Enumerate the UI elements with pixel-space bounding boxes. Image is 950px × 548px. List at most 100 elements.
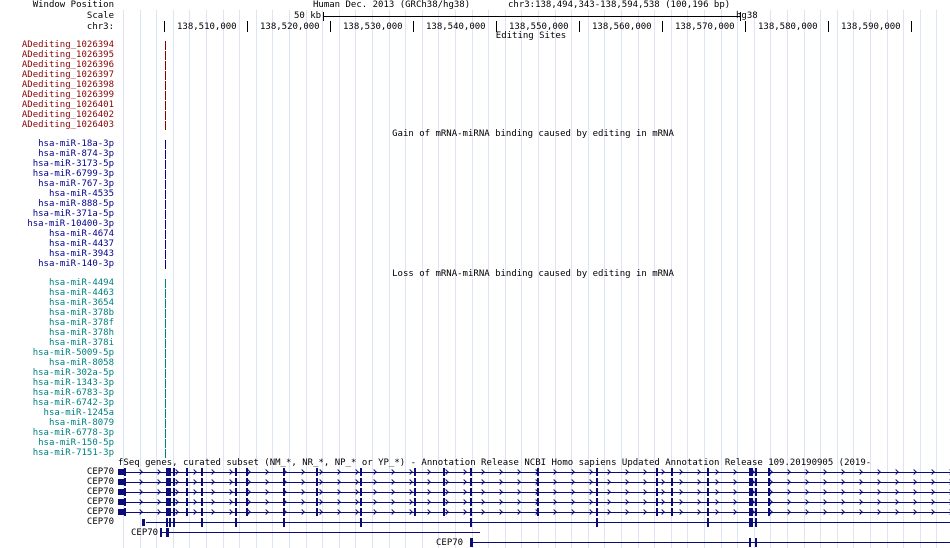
gain-mirna-mark[interactable] (165, 180, 166, 189)
gene-exon[interactable] (470, 498, 472, 506)
gene-exon[interactable] (201, 468, 203, 476)
loss-mirna-mark[interactable] (165, 419, 166, 428)
gene-exon[interactable] (166, 518, 168, 527)
gain-mirna-mark[interactable] (165, 170, 166, 179)
gain-mirna-mark[interactable] (165, 210, 166, 219)
gene-exon[interactable] (166, 528, 169, 537)
position-readout[interactable]: chr3:138,494,343-138,594,538 (100,196 bp… (508, 0, 730, 10)
gene-exon[interactable] (142, 519, 145, 526)
gene-exon[interactable] (201, 488, 203, 496)
gene-exon[interactable] (470, 468, 472, 476)
gene-exon[interactable] (755, 518, 757, 527)
gene-exon[interactable] (360, 508, 362, 516)
gene-exon[interactable] (470, 518, 472, 527)
gain-mirna-mark[interactable] (165, 200, 166, 209)
loss-mirna-label[interactable]: hsa-miR-8058 (49, 358, 114, 368)
gene-exon[interactable] (360, 518, 362, 527)
loss-mirna-mark[interactable] (165, 289, 166, 298)
gene-intron-line[interactable] (146, 522, 950, 523)
gain-mirna-label[interactable]: hsa-miR-18a-3p (38, 139, 114, 149)
browser-track-area[interactable]: Human Dec. 2013 (GRCh38/hg38) chr3:138,4… (118, 0, 950, 548)
gene-exon[interactable] (656, 488, 658, 496)
loss-mirna-label[interactable]: hsa-miR-378b (49, 308, 114, 318)
gene-label[interactable]: CEP70 (87, 477, 114, 487)
loss-mirna-mark[interactable] (165, 349, 166, 358)
gene-exon[interactable] (671, 478, 673, 486)
gene-label[interactable]: CEP70 (87, 467, 114, 477)
editing-site-label[interactable]: ADediting_1026398 (22, 80, 114, 90)
gene-exon[interactable] (414, 488, 416, 496)
gene-label[interactable]: CEP70 (87, 517, 114, 527)
loss-mirna-label[interactable]: hsa-miR-378f (49, 318, 114, 328)
editing-site-label[interactable]: ADediting_1026401 (22, 100, 114, 110)
editing-site-mark[interactable] (165, 91, 166, 100)
gene-exon[interactable] (470, 538, 473, 547)
loss-mirna-mark[interactable] (165, 369, 166, 378)
gene-exon[interactable] (124, 468, 126, 476)
loss-mirna-label[interactable]: hsa-miR-5009-5p (33, 348, 114, 358)
gain-mirna-mark[interactable] (165, 230, 166, 239)
editing-site-label[interactable]: ADediting_1026396 (22, 60, 114, 70)
editing-site-mark[interactable] (165, 111, 166, 120)
gene-exon[interactable] (755, 468, 757, 476)
editing-site-label[interactable]: ADediting_1026397 (22, 70, 114, 80)
gene-exon[interactable] (414, 478, 416, 486)
gene-inline-label[interactable]: CEP70 (436, 538, 463, 548)
loss-mirna-label[interactable]: hsa-miR-6778-3p (33, 428, 114, 438)
editing-site-mark[interactable] (165, 51, 166, 60)
editing-site-label[interactable]: ADediting_1026399 (22, 90, 114, 100)
gene-exon[interactable] (671, 508, 673, 516)
gene-exon[interactable] (656, 498, 658, 506)
loss-mirna-label[interactable]: hsa-miR-3654 (49, 298, 114, 308)
gene-exon[interactable] (169, 488, 171, 496)
gene-exon[interactable] (124, 478, 126, 486)
gene-exon[interactable] (656, 508, 658, 516)
gain-mirna-label[interactable]: hsa-miR-371a-5p (33, 209, 114, 219)
gene-exon[interactable] (707, 518, 709, 527)
editing-site-mark[interactable] (165, 61, 166, 70)
loss-mirna-label[interactable]: hsa-miR-8079 (49, 418, 114, 428)
gene-exon[interactable] (671, 468, 673, 476)
gene-exon[interactable] (160, 528, 162, 537)
loss-mirna-mark[interactable] (165, 329, 166, 338)
gain-mirna-mark[interactable] (165, 150, 166, 159)
gene-exon[interactable] (470, 488, 472, 496)
loss-mirna-mark[interactable] (165, 429, 166, 438)
loss-mirna-mark[interactable] (165, 449, 166, 458)
gene-exon[interactable] (414, 468, 416, 476)
gene-exon[interactable] (707, 468, 709, 476)
gene-exon[interactable] (671, 498, 673, 506)
editing-site-mark[interactable] (165, 101, 166, 110)
gain-mirna-label[interactable]: hsa-miR-874-3p (38, 149, 114, 159)
gene-exon[interactable] (656, 478, 658, 486)
loss-mirna-label[interactable]: hsa-miR-302a-5p (33, 368, 114, 378)
loss-mirna-mark[interactable] (165, 299, 166, 308)
gain-mirna-mark[interactable] (165, 250, 166, 259)
editing-site-label[interactable]: ADediting_1026394 (22, 40, 114, 50)
gene-exon[interactable] (755, 488, 757, 496)
loss-mirna-label[interactable]: hsa-miR-1343-3p (33, 378, 114, 388)
gene-intron-line[interactable] (470, 542, 950, 543)
loss-mirna-label[interactable]: hsa-miR-7151-3p (33, 448, 114, 458)
loss-mirna-mark[interactable] (165, 409, 166, 418)
gene-exon[interactable] (173, 518, 175, 527)
gain-mirna-label[interactable]: hsa-miR-888-5p (38, 199, 114, 209)
gene-exon[interactable] (596, 478, 598, 486)
loss-mirna-label[interactable]: hsa-miR-6783-3p (33, 388, 114, 398)
gain-mirna-label[interactable]: hsa-miR-4674 (49, 229, 114, 239)
gene-exon[interactable] (755, 478, 757, 486)
loss-mirna-label[interactable]: hsa-miR-4463 (49, 288, 114, 298)
gene-exon[interactable] (201, 478, 203, 486)
gene-exon[interactable] (414, 508, 416, 516)
gene-exon[interactable] (124, 498, 126, 506)
gene-label[interactable]: CEP70 (87, 487, 114, 497)
loss-mirna-mark[interactable] (165, 389, 166, 398)
gene-inline-label[interactable]: CEP70 (131, 528, 158, 538)
gene-exon[interactable] (755, 498, 757, 506)
loss-mirna-label[interactable]: hsa-miR-378i (49, 338, 114, 348)
gene-exon[interactable] (707, 508, 709, 516)
gene-exon[interactable] (470, 508, 472, 516)
editing-site-mark[interactable] (165, 71, 166, 80)
gain-mirna-label[interactable]: hsa-miR-4535 (49, 189, 114, 199)
loss-mirna-mark[interactable] (165, 399, 166, 408)
